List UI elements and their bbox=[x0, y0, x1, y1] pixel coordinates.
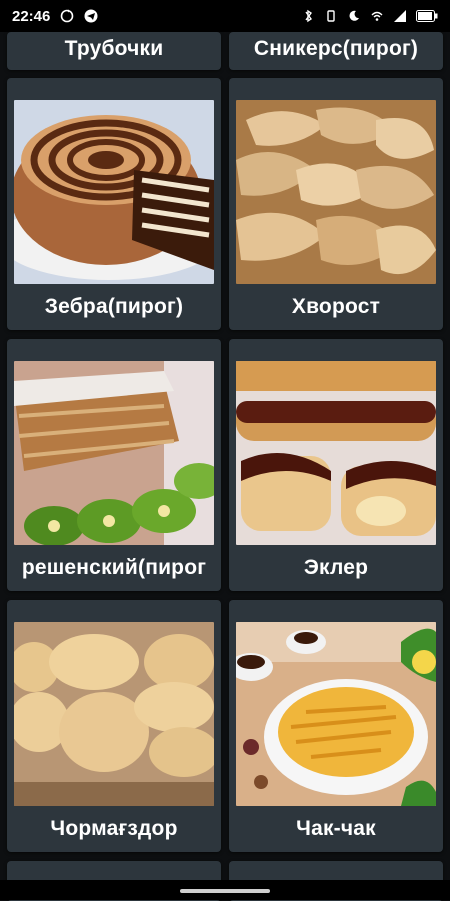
chak-chak-image bbox=[236, 622, 436, 806]
recipe-card-label: Чак-чак bbox=[296, 817, 376, 840]
do-not-disturb-icon bbox=[349, 10, 359, 21]
recipe-card-snickers[interactable]: Сникерс(пирог) bbox=[229, 32, 443, 70]
recipe-card-label: Эклер bbox=[303, 556, 369, 579]
eclair-image bbox=[236, 361, 436, 545]
recipe-card-trubochki[interactable]: Трубочки bbox=[7, 32, 221, 70]
telegram-icon bbox=[84, 9, 98, 23]
recipe-card-zebra[interactable]: Зебра(пирог) bbox=[7, 78, 221, 330]
gesture-handle[interactable] bbox=[180, 889, 270, 893]
vibrate-icon bbox=[327, 10, 335, 22]
recipe-card-label: Зебра(пирог) bbox=[44, 295, 184, 318]
cookies-image bbox=[14, 622, 214, 806]
zebra-cake-image bbox=[14, 100, 214, 284]
sync-icon bbox=[61, 9, 74, 23]
bluetooth-icon bbox=[305, 9, 312, 23]
khvorost-image bbox=[236, 100, 436, 284]
status-bar: 22:46 bbox=[0, 0, 450, 32]
status-time: 22:46 bbox=[12, 7, 51, 25]
recipe-card-label: Чормағздор bbox=[50, 817, 178, 840]
navigation-bar bbox=[0, 880, 450, 900]
recipe-card-chak-chak[interactable]: Чак-чак bbox=[229, 600, 443, 852]
recipe-card-khvorost[interactable]: Хворост bbox=[229, 78, 443, 330]
recipe-card-label: Хворост bbox=[291, 295, 381, 318]
recipe-card-chormagzdor[interactable]: Чормағздор bbox=[7, 600, 221, 852]
recipe-card-eclair[interactable]: Эклер bbox=[229, 339, 443, 591]
recipe-card-label: Трубочки bbox=[64, 37, 164, 60]
cake-with-kiwi-image bbox=[14, 361, 214, 545]
battery-icon bbox=[416, 10, 438, 22]
recipe-card-label: Сникерс(пирог) bbox=[253, 37, 419, 60]
recipe-card-label: решенский(пирог bbox=[21, 556, 207, 579]
signal-icon bbox=[394, 10, 406, 22]
recipe-grid: Трубочки Сникерс(пирог) Зебра(пирог) Хво… bbox=[0, 0, 450, 901]
recipe-card-oreshenskiy[interactable]: решенский(пирог bbox=[7, 339, 221, 591]
wifi-call-icon bbox=[371, 11, 383, 21]
